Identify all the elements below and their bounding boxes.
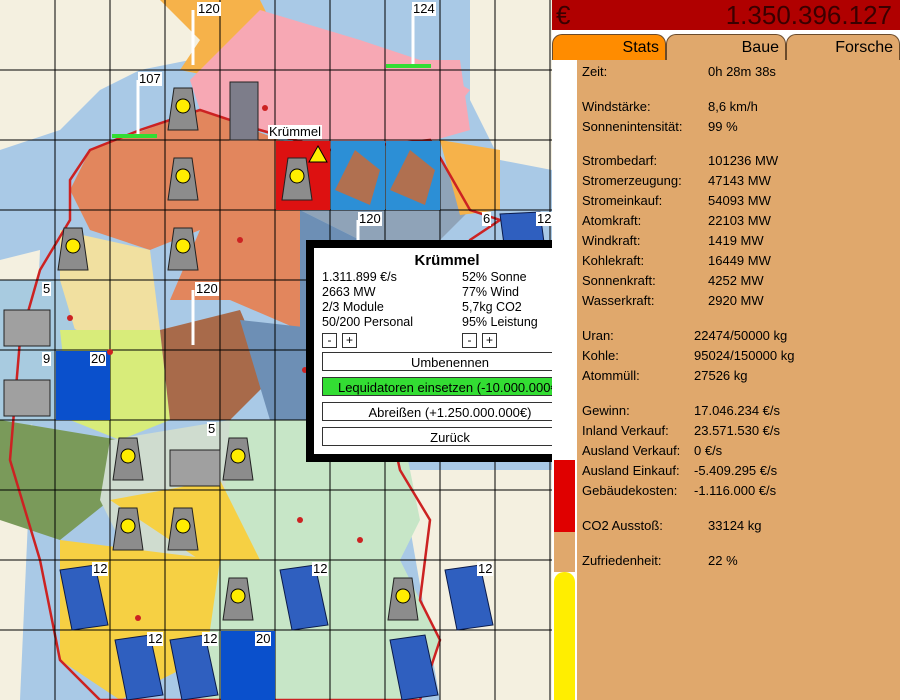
tab-research[interactable]: Forsche — [786, 34, 900, 60]
stat-value: 22103 MW — [708, 213, 771, 228]
stat-value: 54093 MW — [708, 193, 771, 208]
performance-decrease-button[interactable]: - — [462, 333, 477, 348]
stat-label: CO2 Ausstoß: — [582, 518, 663, 533]
capacity-number: 12 — [92, 561, 109, 576]
side-panel: € 1.350.396.127 Stats Baue Forsche Zeit:… — [552, 0, 900, 700]
capacity-number: 12 — [477, 561, 494, 576]
capacity-number: 107 — [138, 71, 162, 86]
stat-label: Windkraft: — [582, 233, 641, 248]
stat-value: -1.116.000 €/s — [694, 483, 777, 498]
stat-label: Gewinn: — [582, 403, 630, 418]
stat-label: Atommüll: — [582, 368, 640, 383]
stat-value: 16449 MW — [708, 253, 771, 268]
stat-value: -5.409.295 €/s — [694, 463, 778, 478]
stat-value: 33124 kg — [708, 518, 762, 533]
capacity-number: 12 — [536, 211, 552, 226]
satisfaction-gauge — [552, 60, 577, 700]
capacity-number: 120 — [195, 281, 219, 296]
stat-label: Strombedarf: — [582, 153, 658, 168]
plant-performance: 95% Leistung — [462, 315, 538, 329]
stat-value: 27526 kg — [694, 368, 748, 383]
capacity-number: 120 — [358, 211, 382, 226]
tab-bar: Stats Baue Forsche — [552, 30, 900, 60]
rename-button[interactable]: Umbenennen — [322, 352, 552, 371]
capacity-number: 12 — [202, 631, 219, 646]
capacity-number: 5 — [207, 421, 217, 436]
stat-value: 23.571.530 €/s — [694, 423, 781, 438]
plant-staff: 50/200 Personal — [322, 315, 414, 329]
plant-output: 2663 MW — [322, 285, 376, 299]
staff-increase-button[interactable]: + — [342, 333, 357, 348]
money-value: 1.350.396.127 — [725, 0, 892, 30]
stat-value: 0h 28m 38s — [708, 64, 776, 79]
stat-label: Ausland Verkauf: — [582, 443, 681, 458]
capacity-number: 6 — [482, 211, 492, 226]
tab-build[interactable]: Baue — [666, 34, 786, 60]
capacity-number: 9 — [42, 351, 52, 366]
stat-label: Zeit: — [582, 64, 608, 79]
capacity-number: 20 — [255, 631, 272, 646]
currency-symbol: € — [556, 0, 571, 30]
plant-modules: 2/3 Module — [322, 300, 384, 314]
capacity-number: 5 — [42, 281, 52, 296]
stat-value: 22474/50000 kg — [694, 328, 788, 343]
stat-label: Inland Verkauf: — [582, 423, 669, 438]
demolish-button[interactable]: Abreißen (+1.250.000.000€) — [322, 402, 552, 421]
stat-value: 2920 MW — [708, 293, 764, 308]
stat-label: Sonnenintensität: — [582, 119, 683, 134]
capacity-number: 12 — [312, 561, 329, 576]
plant-dialog: Krümmel 1.311.899 €/s 2663 MW 2/3 Module… — [306, 240, 552, 462]
capacity-number: 120 — [197, 1, 221, 16]
stat-label: Stromeinkauf: — [582, 193, 663, 208]
plant-co2: 5,7kg CO2 — [462, 300, 522, 314]
back-button[interactable]: Zurück — [322, 427, 552, 446]
stat-label: Sonnenkraft: — [582, 273, 656, 288]
stat-label: Windstärke: — [582, 99, 651, 114]
money-bar: € 1.350.396.127 — [552, 0, 900, 30]
stat-label: Kohle: — [582, 348, 619, 363]
tab-stats[interactable]: Stats — [552, 34, 666, 60]
stat-value: 101236 MW — [708, 153, 779, 168]
stat-value: 99 % — [708, 119, 738, 134]
staff-decrease-button[interactable]: - — [322, 333, 337, 348]
capacity-number: 124 — [412, 1, 436, 16]
stat-value: 8,6 km/h — [708, 99, 758, 114]
liquidators-button[interactable]: Lequidatoren einsetzen (-10.000.000€) — [322, 377, 552, 396]
capacity-number: 12 — [147, 631, 164, 646]
plant-sun: 52% Sonne — [462, 270, 527, 284]
stat-label: Uran: — [582, 328, 614, 343]
stat-value: 47143 MW — [708, 173, 771, 188]
stat-value: 22 % — [708, 553, 738, 568]
gauge-yellow-segment — [554, 572, 575, 700]
stat-value: 0 €/s — [694, 443, 723, 458]
stat-label: Gebäudekosten: — [582, 483, 678, 498]
capacity-number: 20 — [90, 351, 107, 366]
performance-increase-button[interactable]: + — [482, 333, 497, 348]
stat-value: 95024/150000 kg — [694, 348, 795, 363]
plant-income: 1.311.899 €/s — [322, 270, 397, 284]
dialog-title: Krümmel — [414, 252, 480, 269]
stat-value: 17.046.234 €/s — [694, 403, 781, 418]
stat-label: Zufriedenheit: — [582, 553, 662, 568]
game-map[interactable]: 120 124 107 120 6 12 5 120 9 20 5 12 12 … — [0, 0, 552, 700]
stat-value: 1419 MW — [708, 233, 764, 248]
stat-value: 4252 MW — [708, 273, 764, 288]
gauge-red-segment — [554, 460, 575, 532]
stat-label: Atomkraft: — [582, 213, 642, 228]
plant-wind: 77% Wind — [462, 285, 519, 299]
stat-label: Ausland Einkauf: — [582, 463, 680, 478]
gauge-gap — [554, 532, 575, 572]
stat-label: Wasserkraft: — [582, 293, 655, 308]
stat-label: Kohlekraft: — [582, 253, 645, 268]
city-label: Krümmel — [268, 124, 323, 139]
stat-label: Stromerzeugung: — [582, 173, 682, 188]
